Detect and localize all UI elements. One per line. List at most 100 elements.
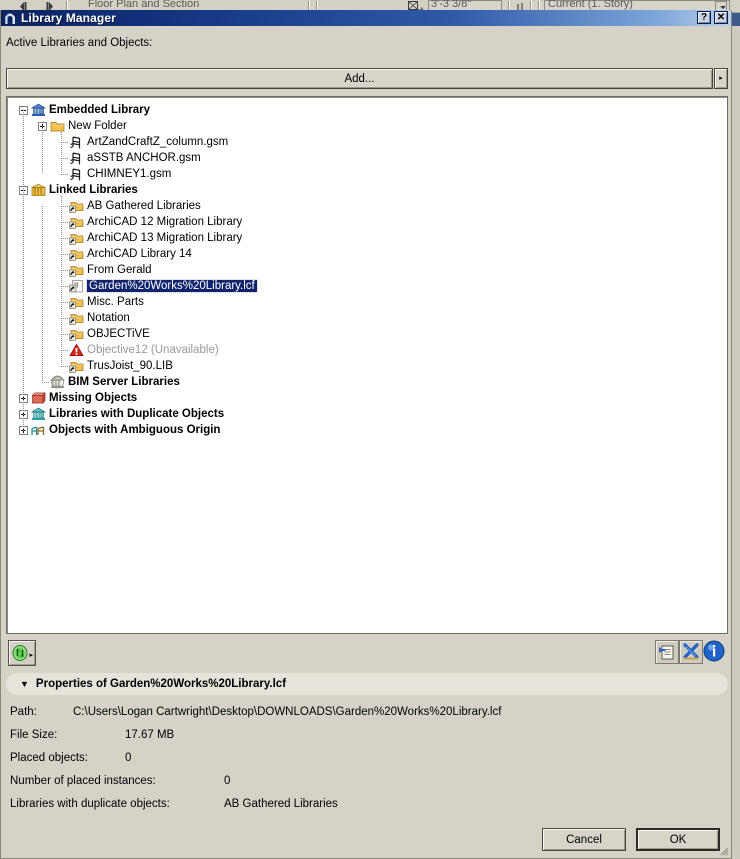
background-dimension-value: 3'-3 3/8" — [431, 0, 472, 10]
tree-row-label: AB Gathered Libraries — [87, 200, 201, 212]
tree-row[interactable]: AB Gathered Libraries — [7, 198, 727, 214]
library-manager-dialog: Library Manager ? ✕ Active Libraries and… — [0, 10, 732, 859]
property-row: Number of placed instances: 0 — [1, 775, 733, 798]
tree-row[interactable]: Linked Libraries — [7, 182, 727, 198]
property-key: Libraries with duplicate objects: — [10, 798, 170, 810]
library-tree-panel[interactable]: Embedded Library New Folder ArtZandCraft… — [6, 96, 728, 634]
property-row: File Size: 17.67 MB — [1, 729, 733, 752]
tree-row-label: ArchiCAD 13 Migration Library — [87, 232, 243, 244]
remove-button[interactable] — [679, 640, 703, 664]
close-button[interactable]: ✕ — [714, 11, 728, 24]
remove-x-icon — [683, 643, 699, 660]
tree-row[interactable]: ArchiCAD 12 Migration Library — [7, 214, 727, 230]
linked-folder-icon — [69, 215, 84, 229]
property-value: 17.67 MB — [125, 729, 175, 741]
resize-grip-icon[interactable] — [717, 844, 729, 856]
object-chair-icon — [69, 151, 84, 165]
properties-body: Path: C:\Users\Logan Cartwright\Desktop\D… — [1, 706, 733, 821]
tree-guide — [61, 206, 68, 207]
tree-row[interactable]: BIM Server Libraries — [7, 374, 727, 390]
tree-row[interactable]: New Folder — [7, 118, 727, 134]
refresh-green-icon — [12, 645, 28, 661]
tree-row[interactable]: Misc. Parts — [7, 294, 727, 310]
tree-row[interactable]: ArchiCAD Library 14 — [7, 246, 727, 262]
tree-row[interactable]: ArtZandCraftZ_column.gsm — [7, 134, 727, 150]
linked-folder-icon — [69, 327, 84, 341]
dialog-title: Library Manager — [21, 11, 116, 25]
tree-guide — [61, 270, 68, 271]
tree-row-label: Linked Libraries — [49, 184, 138, 196]
tree-row-label: BIM Server Libraries — [68, 376, 180, 388]
warning-triangle-icon — [69, 343, 84, 357]
tree-row[interactable]: OBJECTiVE — [7, 326, 727, 342]
tree-toolbar: ▸ — [6, 640, 728, 668]
tree-row-label: New Folder — [68, 120, 127, 132]
chevron-right-icon: ▸ — [719, 75, 723, 82]
property-key: File Size: — [10, 729, 58, 741]
tree-guide — [42, 126, 48, 127]
add-button[interactable]: Add... — [6, 68, 713, 89]
tree-row[interactable]: Embedded Library — [7, 102, 727, 118]
ok-button[interactable]: OK — [636, 828, 720, 851]
property-value: AB Gathered Libraries — [224, 798, 338, 810]
refresh-button[interactable]: ▸ — [8, 640, 36, 666]
tree-row[interactable]: ArchiCAD 13 Migration Library — [7, 230, 727, 246]
tree-guide — [61, 318, 68, 319]
info-button[interactable] — [703, 640, 727, 664]
linked-folder-icon — [69, 199, 84, 213]
tree-guide — [61, 238, 68, 239]
tree-row[interactable]: Objects with Ambiguous Origin — [7, 422, 727, 438]
library-tree: Embedded Library New Folder ArtZandCraft… — [7, 97, 727, 438]
linked-folder-icon — [69, 247, 84, 261]
cancel-button[interactable]: Cancel — [542, 828, 626, 851]
tree-guide — [61, 142, 68, 143]
tree-row-label: ArtZandCraftZ_column.gsm — [87, 136, 229, 148]
tree-guide — [61, 174, 68, 175]
property-key: Number of placed instances: — [10, 775, 156, 787]
dialog-titlebar[interactable]: Library Manager ? ✕ — [1, 10, 731, 26]
triangle-down-icon: ▼ — [20, 679, 29, 689]
tree-guide — [23, 414, 29, 415]
property-row: Libraries with duplicate objects: AB Gath… — [1, 798, 733, 821]
tree-guide — [61, 222, 68, 223]
property-value: 0 — [224, 775, 231, 787]
tree-row-label: Missing Objects — [49, 392, 138, 404]
lcf-container-icon — [69, 279, 84, 293]
tree-row[interactable]: aSSTB ANCHOR.gsm — [7, 150, 727, 166]
tree-row-label: Libraries with Duplicate Objects — [49, 408, 225, 420]
linked-folder-icon — [69, 263, 84, 277]
tree-guide — [42, 382, 49, 383]
tree-row[interactable]: From Gerald — [7, 262, 727, 278]
tree-row-label: Objective12 (Unavailable) — [87, 344, 219, 356]
properties-header[interactable]: ▼ Properties of Garden%20Works%20Library… — [6, 673, 728, 695]
tree-row[interactable]: Garden%20Works%20Library.lcf — [7, 278, 727, 294]
dialog-footer: Cancel OK — [1, 820, 731, 858]
tree-row-label: ArchiCAD 12 Migration Library — [87, 216, 243, 228]
tree-guide — [61, 350, 68, 351]
tree-guide — [61, 132, 62, 174]
help-button[interactable]: ? — [697, 11, 711, 24]
linked-library-icon — [31, 183, 46, 197]
tree-row-label: Notation — [87, 312, 130, 324]
tree-guide — [61, 254, 68, 255]
property-key: Placed objects: — [10, 752, 88, 764]
tree-row[interactable]: TrusJoist_90.LIB — [7, 358, 727, 374]
tree-row[interactable]: Objective12 (Unavailable) — [7, 342, 727, 358]
duplicate-button[interactable] — [655, 640, 679, 664]
property-row: Path: C:\Users\Logan Cartwright\Desktop\D… — [1, 706, 733, 729]
tree-guide — [61, 158, 68, 159]
tree-row[interactable]: CHIMNEY1.gsm — [7, 166, 727, 182]
linked-folder-icon — [69, 295, 84, 309]
add-dropdown-arrow[interactable]: ▸ — [714, 68, 728, 89]
tree-row-label: aSSTB ANCHOR.gsm — [87, 152, 201, 164]
background-story-value: Current (1. Story) — [548, 0, 633, 10]
duplicate-library-icon — [30, 407, 47, 421]
tree-row[interactable]: Libraries with Duplicate Objects — [7, 406, 727, 422]
tree-row-label: OBJECTiVE — [87, 328, 150, 340]
bim-server-icon — [49, 375, 66, 389]
add-button-group: Add... ▸ — [6, 68, 728, 89]
property-key: Path: — [10, 706, 37, 718]
tree-row[interactable]: Notation — [7, 310, 727, 326]
tree-row[interactable]: Missing Objects — [7, 390, 727, 406]
tree-guide — [61, 286, 68, 287]
